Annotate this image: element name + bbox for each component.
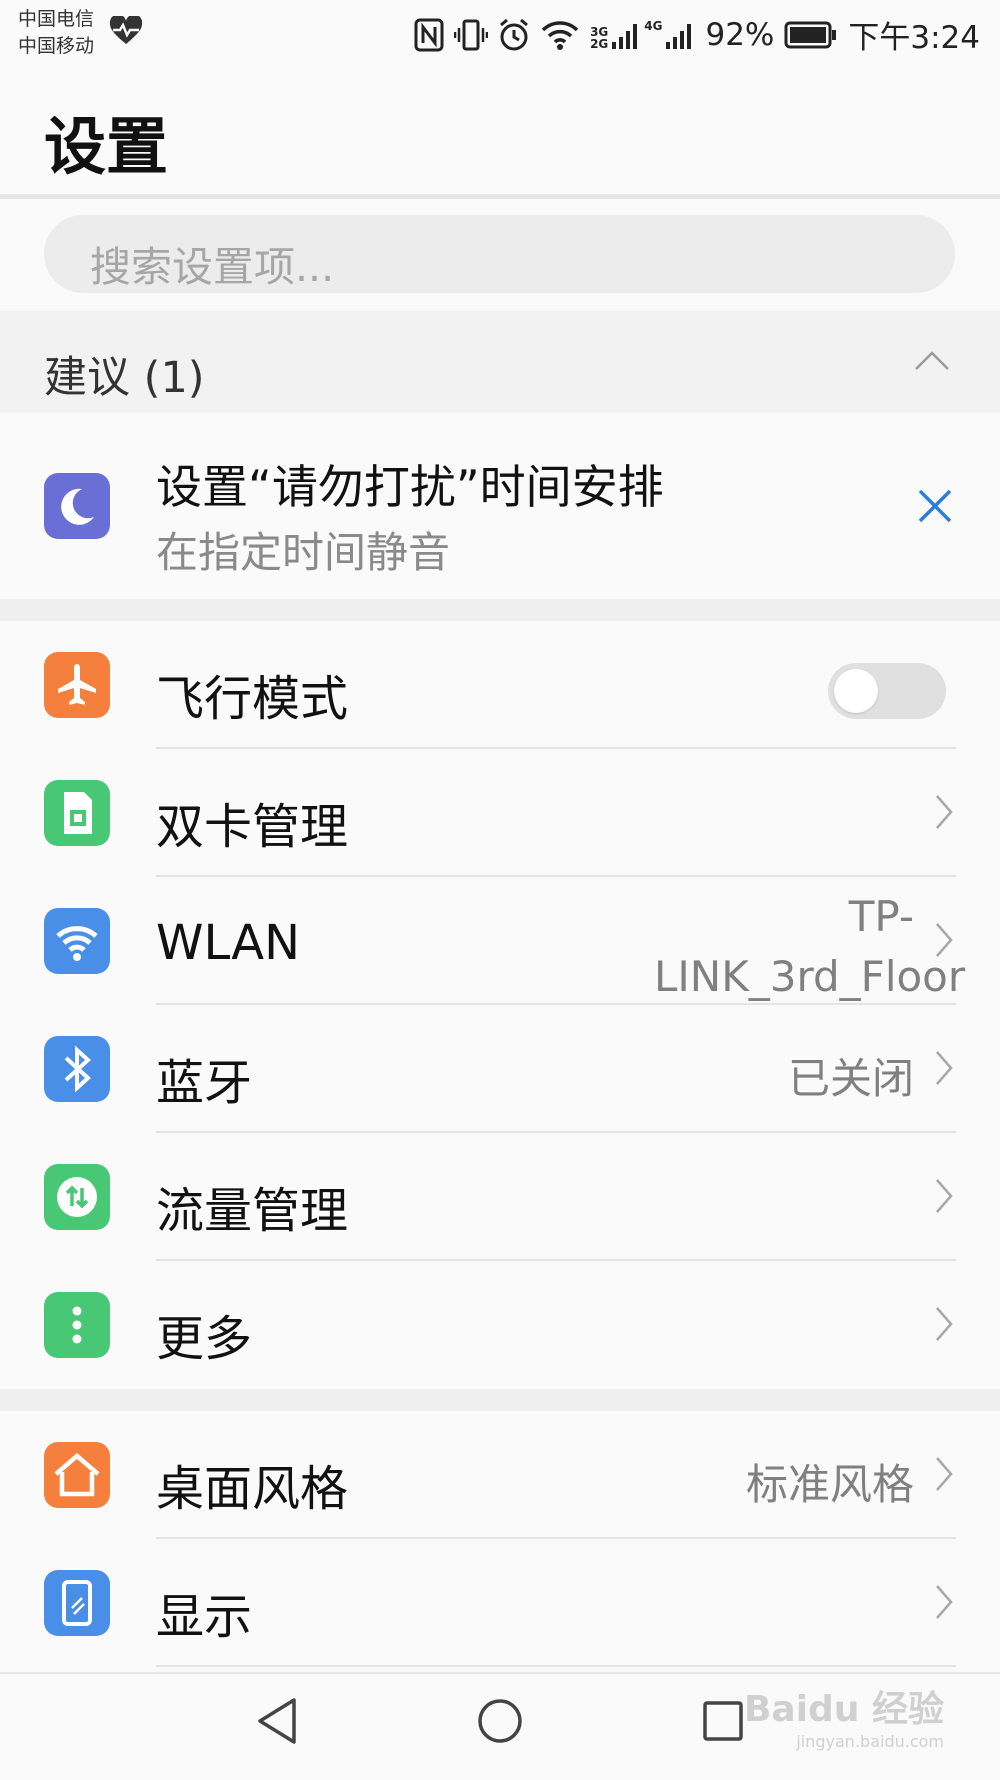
moon-icon	[44, 473, 110, 543]
section-gap	[0, 1389, 1000, 1411]
suggestion-title: 设置“请勿打扰”时间安排	[156, 460, 664, 514]
airplane-icon	[44, 652, 110, 718]
signal-3g-label: 3G	[590, 24, 609, 39]
bluetooth-row[interactable]: 蓝牙 已关闭	[0, 1005, 1000, 1133]
wlan-value: TP-LINK_3rd_Floor	[654, 892, 966, 1001]
chevron-right-icon	[934, 1049, 954, 1091]
clock: 下午3:24	[848, 20, 980, 56]
carrier-labels: 中国电信 中国移动	[18, 6, 94, 60]
sim-card-icon	[44, 780, 110, 846]
data-usage-label: 流量管理	[156, 1183, 349, 1239]
wifi-icon	[44, 908, 110, 974]
chevron-up-icon[interactable]	[914, 349, 950, 375]
chevron-right-icon	[934, 1583, 954, 1625]
data-usage-row[interactable]: 流量管理	[0, 1133, 1000, 1261]
chevron-right-icon	[934, 1305, 954, 1347]
status-bar: 中国电信 中国移动 3G 2G 4G 92% 下午3:24	[0, 0, 1000, 70]
signal-4g-label: 4G	[644, 18, 663, 33]
chevron-right-icon	[934, 921, 954, 963]
chevron-right-icon	[934, 1177, 954, 1219]
search-placeholder: 搜索设置项...	[90, 243, 335, 291]
dual-sim-label: 双卡管理	[156, 799, 349, 855]
bluetooth-icon	[44, 1036, 110, 1102]
page-title: 设置	[44, 110, 169, 183]
suggestion-subtitle: 在指定时间静音	[156, 528, 451, 577]
more-row[interactable]: 更多	[0, 1261, 1000, 1389]
heart-rate-icon	[108, 14, 144, 50]
watermark-brand: Baidu 经验	[743, 1689, 944, 1730]
recents-icon[interactable]	[700, 1696, 746, 1750]
launcher-style-row[interactable]: 桌面风格 标准风格	[0, 1411, 1000, 1539]
signal-icon: 3G 2G 4G	[590, 20, 695, 50]
divider	[156, 1665, 956, 1667]
search-input[interactable]: 搜索设置项...	[44, 215, 955, 293]
display-label: 显示	[156, 1589, 253, 1645]
launcher-style-value: 标准风格	[745, 1460, 914, 1509]
home-icon	[44, 1442, 110, 1508]
wifi-icon	[540, 19, 580, 51]
battery-icon	[784, 21, 838, 49]
title-divider	[0, 194, 1000, 199]
toggle-knob	[834, 669, 878, 713]
suggestions-label: 建议 (1)	[44, 353, 205, 403]
airplane-mode-toggle[interactable]	[828, 663, 946, 719]
close-icon[interactable]	[916, 487, 954, 529]
suggestion-item[interactable]: 设置“请勿打扰”时间安排 在指定时间静音	[0, 413, 1000, 599]
bluetooth-label: 蓝牙	[156, 1055, 253, 1111]
watermark-url: jingyan.baidu.com	[796, 1732, 944, 1751]
chevron-right-icon	[934, 793, 954, 835]
watermark: Baidu 经验 jingyan.baidu.com	[744, 1680, 944, 1751]
launcher-style-label: 桌面风格	[156, 1461, 349, 1517]
back-icon[interactable]	[254, 1696, 300, 1750]
airplane-mode-row[interactable]: 飞行模式	[0, 621, 1000, 749]
chevron-right-icon	[934, 1455, 954, 1497]
carrier-1: 中国电信	[18, 8, 95, 30]
home-circle-icon[interactable]	[476, 1696, 524, 1750]
more-icon	[44, 1292, 110, 1358]
airplane-mode-label: 飞行模式	[156, 671, 349, 727]
wlan-label: WLAN	[156, 915, 301, 971]
data-usage-icon	[44, 1164, 110, 1230]
bluetooth-value: 已关闭	[787, 1054, 914, 1103]
vibrate-icon	[454, 18, 489, 52]
nfc-icon	[414, 18, 444, 52]
wlan-row[interactable]: WLAN TP-LINK_3rd_Floor	[0, 877, 1000, 1005]
battery-percent: 92%	[705, 16, 775, 53]
more-label: 更多	[156, 1311, 253, 1367]
carrier-2: 中国移动	[18, 35, 95, 57]
section-gap	[0, 599, 1000, 621]
suggestions-header[interactable]: 建议 (1)	[0, 311, 1000, 413]
dual-sim-row[interactable]: 双卡管理	[0, 749, 1000, 877]
alarm-icon	[498, 18, 530, 52]
display-icon	[44, 1570, 110, 1636]
display-row[interactable]: 显示	[0, 1539, 1000, 1667]
signal-2g-label: 2G	[590, 36, 609, 51]
